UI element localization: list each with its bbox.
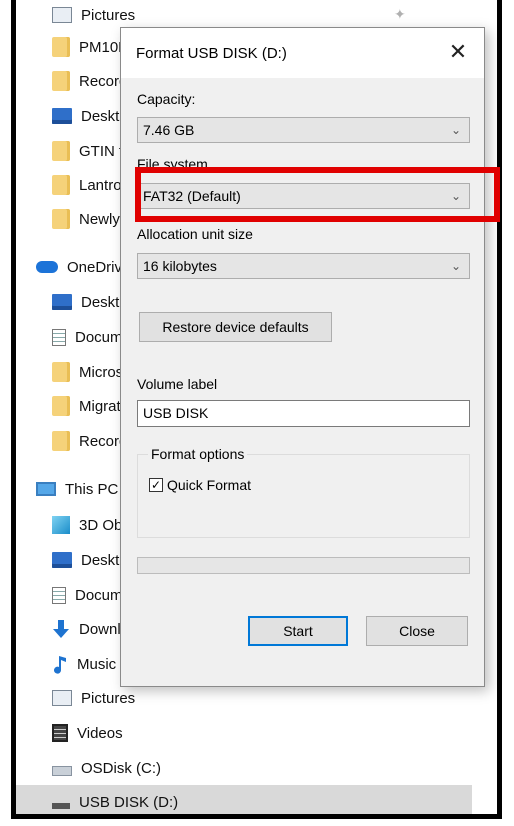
document-icon xyxy=(52,586,66,604)
quick-format-checkbox[interactable]: ✓ xyxy=(149,478,163,492)
folder-icon xyxy=(52,141,70,161)
download-icon xyxy=(52,620,70,638)
3d-objects-icon xyxy=(52,516,70,534)
format-progress-bar xyxy=(137,557,470,574)
volume-label-input[interactable]: USB DISK xyxy=(137,400,470,427)
nav-item-label: This PC xyxy=(65,480,119,498)
restore-defaults-button[interactable]: Restore device defaults xyxy=(139,312,332,342)
quick-format-option[interactable]: ✓ Quick Format xyxy=(149,477,251,493)
nav-item-label: Newly xyxy=(79,210,120,228)
allocation-unit-label: Allocation unit size xyxy=(137,226,253,242)
format-dialog: Format USB DISK (D:) ✕ Capacity: 7.46 GB… xyxy=(120,27,485,687)
nav-item-osdisk[interactable]: OSDisk (C:) xyxy=(16,751,472,785)
chevron-down-icon: ⌄ xyxy=(450,123,461,137)
nav-item-label: Videos xyxy=(77,724,123,742)
folder-icon xyxy=(52,431,70,451)
computer-icon xyxy=(36,482,56,496)
usb-drive-icon xyxy=(52,803,70,809)
nav-item-label: Docum xyxy=(75,586,123,604)
os-disk-icon xyxy=(52,766,72,776)
desktop-icon xyxy=(52,552,72,568)
volume-label-label: Volume label xyxy=(137,376,218,392)
dialog-titlebar: Format USB DISK (D:) ✕ xyxy=(121,28,484,78)
quick-format-label: Quick Format xyxy=(167,477,252,493)
cloud-icon xyxy=(36,261,58,273)
close-icon[interactable]: ✕ xyxy=(442,36,474,68)
capacity-select[interactable]: 7.46 GB ⌄ xyxy=(137,117,470,143)
nav-item-usb-disk[interactable]: USB DISK (D:) xyxy=(16,785,472,814)
start-button[interactable]: Start xyxy=(248,616,348,646)
pictures-icon xyxy=(52,690,72,706)
nav-item-label: Migrat xyxy=(79,397,121,415)
document-icon xyxy=(52,328,66,346)
videos-icon xyxy=(52,724,68,742)
chevron-down-icon: ⌄ xyxy=(450,189,461,203)
desktop-icon xyxy=(52,108,72,124)
pictures-icon xyxy=(52,7,72,23)
nav-item-label: Pictures xyxy=(81,6,136,24)
dialog-title: Format USB DISK (D:) xyxy=(136,45,287,62)
chevron-down-icon: ⌄ xyxy=(450,259,461,273)
nav-item-label: Micros xyxy=(79,363,124,381)
file-system-value: FAT32 (Default) xyxy=(143,188,241,204)
nav-item-label: USB DISK (D:) xyxy=(79,793,179,811)
folder-icon xyxy=(52,362,70,382)
allocation-unit-value: 16 kilobytes xyxy=(143,258,217,274)
nav-item-label: Pictures xyxy=(81,689,136,707)
desktop-icon xyxy=(52,294,72,310)
nav-item-videos[interactable]: Videos xyxy=(16,716,472,750)
folder-icon xyxy=(52,175,70,195)
file-system-select[interactable]: FAT32 (Default) ⌄ xyxy=(137,183,470,209)
file-system-label: File system xyxy=(137,156,208,172)
nav-item-label: 3D Obj xyxy=(79,516,126,534)
close-button[interactable]: Close xyxy=(366,616,468,646)
allocation-unit-select[interactable]: 16 kilobytes ⌄ xyxy=(137,253,470,279)
nav-item-label: OSDisk (C:) xyxy=(81,759,161,777)
format-options-title: Format options xyxy=(148,446,248,462)
capacity-label: Capacity: xyxy=(137,91,196,107)
folder-icon xyxy=(52,209,70,229)
nav-item-label: Music xyxy=(77,655,117,673)
folder-icon xyxy=(52,37,70,57)
music-icon xyxy=(52,654,68,674)
folder-icon xyxy=(52,396,70,416)
folder-icon xyxy=(52,71,70,91)
format-options-group: Format options ✓ Quick Format xyxy=(137,446,470,538)
nav-item-label: Docum xyxy=(75,328,123,346)
pin-icon: ✦ xyxy=(394,6,406,22)
capacity-value: 7.46 GB xyxy=(143,122,195,138)
